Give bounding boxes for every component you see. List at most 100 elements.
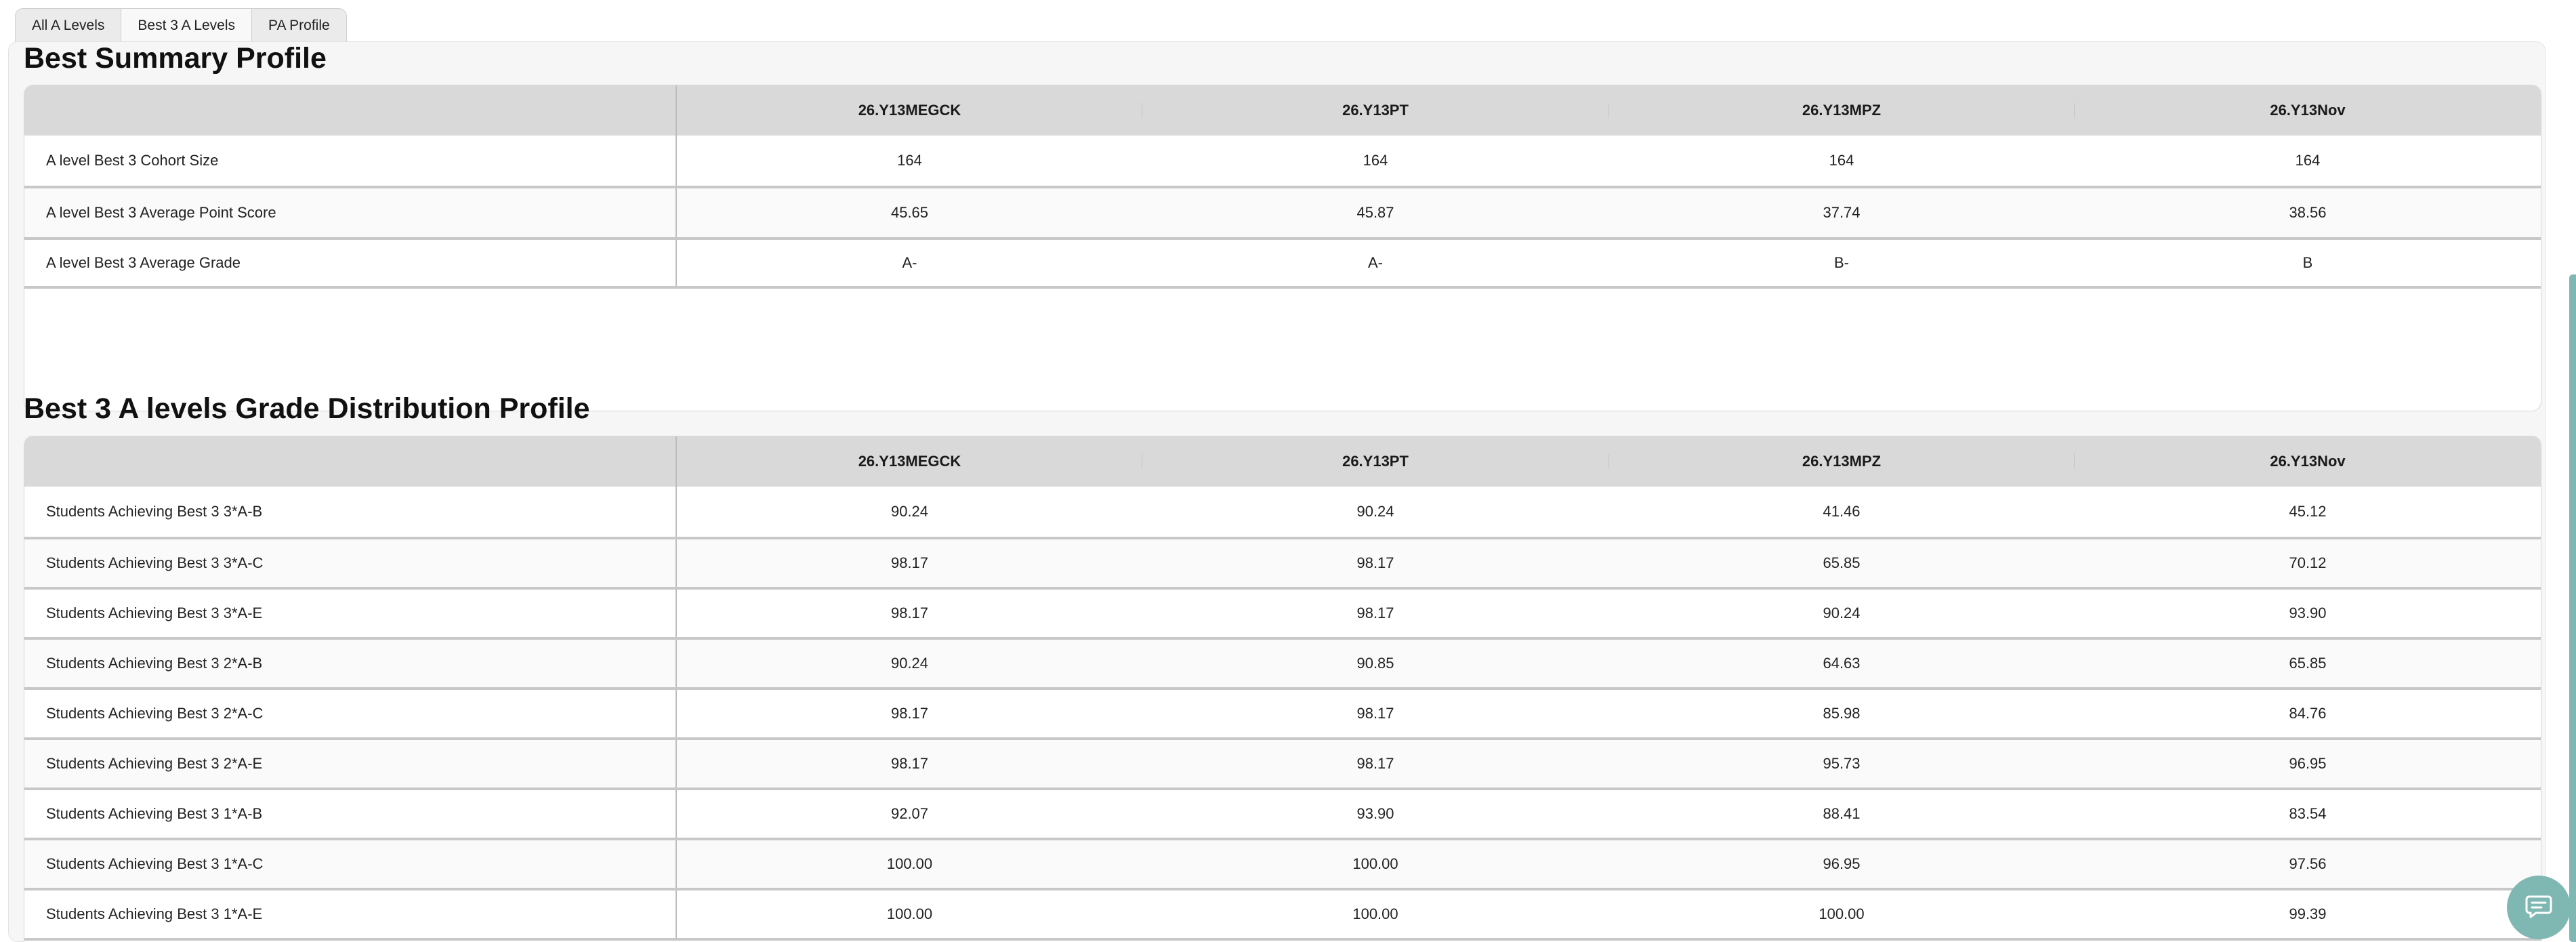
table-cell: 93.90 <box>2289 605 2327 621</box>
table-cell: 64.63 <box>1823 655 1861 672</box>
summary-table-card: 26.Y13MEGCK 26.Y13PT 26.Y13MPZ 26.Y13Nov… <box>24 85 2541 411</box>
tab-best-3-a-levels[interactable]: Best 3 A Levels <box>121 8 253 42</box>
distribution-table: 26.Y13MEGCK 26.Y13PT 26.Y13MPZ 26.Y13Nov… <box>24 436 2541 941</box>
table-cell: 90.24 <box>1356 503 1394 520</box>
row-label: Students Achieving Best 3 1*A-C <box>24 839 677 889</box>
table-cell: 98.17 <box>1356 605 1394 621</box>
row-label: A level Best 3 Average Grade <box>24 239 677 287</box>
table-cell: 38.56 <box>2289 204 2327 221</box>
vertical-scrollbar[interactable] <box>2569 0 2576 942</box>
table-cell: 92.07 <box>890 805 929 822</box>
distribution-header-col[interactable]: 26.Y13MPZ <box>1608 436 2075 487</box>
table-row: Students Achieving Best 3 1*A-B 92.07 93… <box>24 789 2541 839</box>
table-row: Students Achieving Best 3 3*A-B 90.24 90… <box>24 487 2541 538</box>
table-cell: 100.00 <box>1819 905 1865 922</box>
table-row: A level Best 3 Cohort Size 164 164 164 1… <box>24 136 2541 187</box>
summary-header-col[interactable]: 26.Y13MEGCK <box>676 85 1142 136</box>
distribution-header-col[interactable]: 26.Y13MEGCK <box>676 436 1142 487</box>
table-cell: 90.24 <box>890 655 929 672</box>
table-cell: 65.85 <box>2289 655 2327 672</box>
table-cell: 96.95 <box>1823 855 1861 872</box>
tab-bar: All A Levels Best 3 A Levels PA Profile <box>15 8 347 42</box>
distribution-title: Best 3 A levels Grade Distribution Profi… <box>24 392 590 425</box>
row-label: A level Best 3 Average Point Score <box>24 187 677 239</box>
table-row: Students Achieving Best 3 1*A-E 100.00 1… <box>24 889 2541 939</box>
table-cell: 85.98 <box>1823 705 1861 722</box>
table-cell: 98.17 <box>890 705 929 722</box>
table-cell: 98.17 <box>1356 554 1394 571</box>
summary-title: Best Summary Profile <box>24 42 327 75</box>
summary-header-col[interactable]: 26.Y13PT <box>1142 85 1608 136</box>
table-row: Students Achieving Best 3 2*A-E 98.17 98… <box>24 739 2541 789</box>
summary-header-col[interactable]: 26.Y13Nov <box>2075 85 2541 136</box>
table-cell: B- <box>1834 254 1849 271</box>
row-label: Students Achieving Best 3 3*A-E <box>24 588 677 638</box>
table-cell: 90.24 <box>1823 605 1861 621</box>
table-cell: 97.56 <box>2289 855 2327 872</box>
distribution-header-row: 26.Y13MEGCK 26.Y13PT 26.Y13MPZ 26.Y13Nov <box>24 436 2541 487</box>
row-label: Students Achieving Best 3 2*A-E <box>24 739 677 789</box>
table-cell: 98.17 <box>890 554 929 571</box>
table-row: Students Achieving Best 3 2*A-C 98.17 98… <box>24 689 2541 739</box>
table-cell: 100.00 <box>886 905 933 922</box>
summary-table: 26.Y13MEGCK 26.Y13PT 26.Y13MPZ 26.Y13Nov… <box>24 85 2541 289</box>
table-cell: 100.00 <box>886 855 933 872</box>
table-cell: 100.00 <box>1352 855 1398 872</box>
table-cell: 83.54 <box>2289 805 2327 822</box>
table-cell: 100.00 <box>1352 905 1398 922</box>
row-label: Students Achieving Best 3 2*A-C <box>24 689 677 739</box>
table-cell: 164 <box>897 152 922 169</box>
table-cell: 98.17 <box>890 755 929 772</box>
table-cell: 98.17 <box>890 605 929 621</box>
table-cell: 65.85 <box>1823 554 1861 571</box>
table-row: A level Best 3 Average Point Score 45.65… <box>24 187 2541 239</box>
table-cell: 164 <box>2295 152 2321 169</box>
tab-all-a-levels[interactable]: All A Levels <box>15 8 122 42</box>
table-row: Students Achieving Best 3 2*A-B 90.24 90… <box>24 638 2541 689</box>
table-cell: 70.12 <box>2289 554 2327 571</box>
table-row: Students Achieving Best 3 3*A-C 98.17 98… <box>24 538 2541 588</box>
table-cell: 84.76 <box>2289 705 2327 722</box>
table-cell: 164 <box>1363 152 1388 169</box>
table-cell: 90.24 <box>890 503 929 520</box>
table-cell: 88.41 <box>1823 805 1861 822</box>
table-cell: 90.85 <box>1356 655 1394 672</box>
table-cell: 45.65 <box>890 204 929 221</box>
table-cell: A- <box>1368 254 1383 271</box>
table-row: A level Best 3 Average Grade A- A- B- B <box>24 239 2541 287</box>
table-cell: 96.95 <box>2289 755 2327 772</box>
table-cell: 99.39 <box>2289 905 2327 922</box>
row-label: Students Achieving Best 3 2*A-B <box>24 638 677 689</box>
summary-header-blank <box>24 85 677 136</box>
table-cell: 45.12 <box>2289 503 2327 520</box>
table-cell: 98.17 <box>1356 755 1394 772</box>
table-cell: 93.90 <box>1356 805 1394 822</box>
table-cell: A- <box>902 254 917 271</box>
chat-button[interactable] <box>2507 876 2571 939</box>
distribution-header-col[interactable]: 26.Y13Nov <box>2075 436 2541 487</box>
row-label: Students Achieving Best 3 3*A-C <box>24 538 677 588</box>
table-row: Students Achieving Best 3 3*A-E 98.17 98… <box>24 588 2541 638</box>
table-cell: 98.17 <box>1356 705 1394 722</box>
table-cell: 95.73 <box>1823 755 1861 772</box>
table-cell: 37.74 <box>1823 204 1861 221</box>
row-label: Students Achieving Best 3 1*A-E <box>24 889 677 939</box>
tab-pa-profile[interactable]: PA Profile <box>252 8 347 42</box>
table-cell: 41.46 <box>1823 503 1861 520</box>
content-panel: Best Summary Profile 26.Y13MEGCK 26.Y13P… <box>8 41 2546 942</box>
distribution-table-card: 26.Y13MEGCK 26.Y13PT 26.Y13MPZ 26.Y13Nov… <box>24 436 2541 942</box>
table-cell: 45.87 <box>1356 204 1394 221</box>
scrollbar-thumb[interactable] <box>2569 274 2576 942</box>
table-cell: B <box>2302 254 2313 271</box>
distribution-header-col[interactable]: 26.Y13PT <box>1142 436 1608 487</box>
row-label: A level Best 3 Cohort Size <box>24 136 677 187</box>
summary-header-col[interactable]: 26.Y13MPZ <box>1608 85 2075 136</box>
chat-icon <box>2524 891 2554 924</box>
page: All A Levels Best 3 A Levels PA Profile … <box>0 0 2576 942</box>
distribution-header-blank <box>24 436 677 487</box>
row-label: Students Achieving Best 3 3*A-B <box>24 487 677 538</box>
summary-header-row: 26.Y13MEGCK 26.Y13PT 26.Y13MPZ 26.Y13Nov <box>24 85 2541 136</box>
row-label: Students Achieving Best 3 1*A-B <box>24 789 677 839</box>
table-row: Students Achieving Best 3 1*A-C 100.00 1… <box>24 839 2541 889</box>
table-cell: 164 <box>1829 152 1854 169</box>
